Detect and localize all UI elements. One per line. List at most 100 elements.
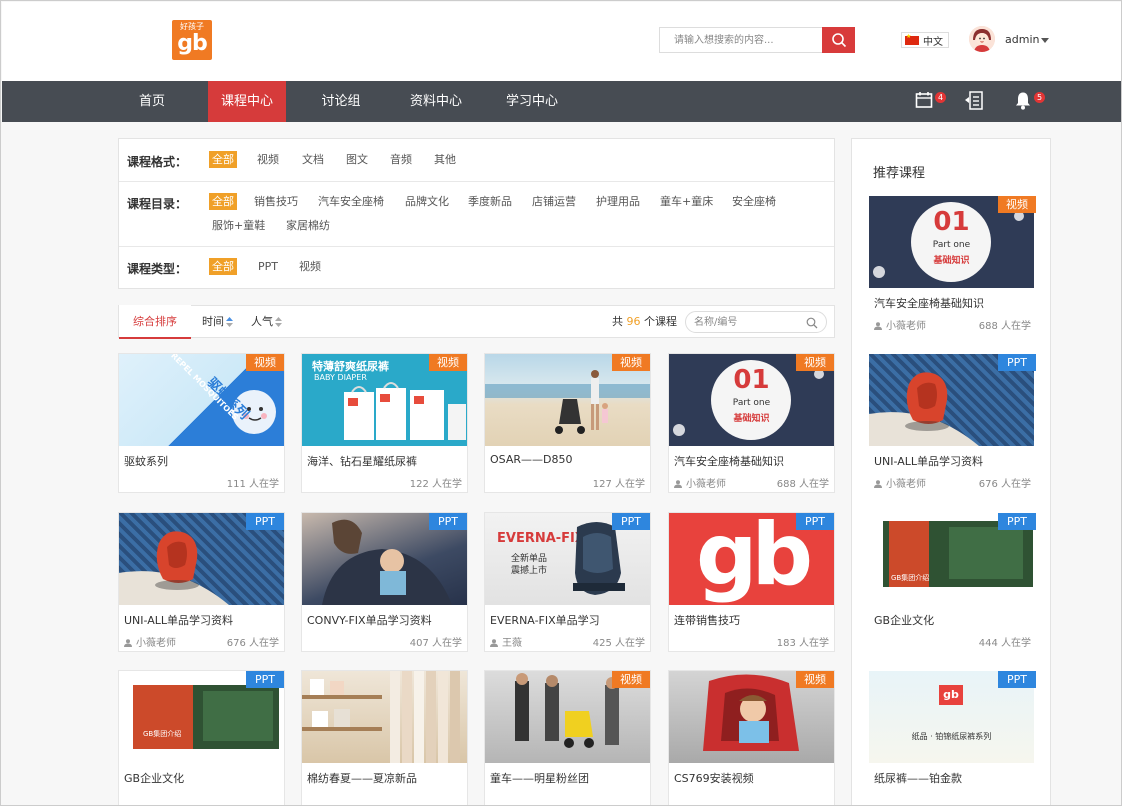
course-type-tag: PPT	[246, 513, 284, 530]
course-card[interactable]: gb PPT 连带销售技巧 183 人在学	[668, 512, 835, 652]
language-switch[interactable]: 中文	[901, 32, 949, 48]
main-nav: 首页 课程中心 讨论组 资料中心 学习中心 4 5	[2, 81, 1121, 122]
author-name: 小薇老师	[136, 638, 176, 649]
filter-option[interactable]: 视频	[296, 258, 324, 275]
filter-option[interactable]: 家居棉纺	[283, 217, 333, 234]
nav-item-learning[interactable]: 学习中心	[496, 81, 568, 122]
filter-option[interactable]: 品牌文化	[402, 193, 452, 210]
user-icon	[874, 322, 882, 330]
count-number: 96	[626, 315, 641, 328]
course-card[interactable]: GB集团介绍 PPT GB企业文化	[118, 670, 285, 805]
calendar-button[interactable]	[915, 91, 933, 112]
course-card[interactable]: 棉纺春夏——夏凉新品	[301, 670, 468, 805]
user-icon	[874, 480, 882, 488]
search-icon	[831, 33, 846, 48]
course-type-tag: 视频	[612, 354, 650, 371]
calendar-badge: 4	[935, 92, 946, 103]
filter-option[interactable]: PPT	[255, 258, 281, 275]
course-title: 驱蚊系列	[124, 455, 168, 468]
notes-button[interactable]	[964, 91, 984, 113]
course-title: CS769安装视频	[674, 772, 754, 785]
textile-shelf-art	[302, 671, 460, 763]
notification-button[interactable]	[1014, 91, 1032, 113]
recommended-card[interactable]: 01 Part one 基础知识 视频 汽车安全座椅基础知识 小薇老师 688 …	[869, 196, 1036, 336]
nav-item-courses[interactable]: 课程中心	[208, 81, 286, 122]
course-card[interactable]: EVERNA-FIX 全新单品 震撼上市 PPT EVERNA-FIX单品学习 …	[484, 512, 651, 652]
course-card[interactable]: PPT CONVY-FIX单品学习资料 407 人在学	[301, 512, 468, 652]
course-card[interactable]: 视频 童车——明星粉丝团	[484, 670, 651, 805]
filter-option[interactable]: 护理用品	[593, 193, 643, 210]
course-title: 汽车安全座椅基础知识	[674, 455, 784, 468]
nav-item-resources[interactable]: 资料中心	[401, 81, 471, 122]
bell-icon	[1016, 92, 1030, 110]
filter-label: 课程目录：	[127, 197, 188, 211]
sort-bar: 综合排序 时间 人气 共 96 个课程	[118, 305, 835, 339]
sort-default-tab[interactable]: 综合排序	[119, 305, 191, 339]
sort-time-button[interactable]: 时间	[202, 306, 233, 338]
global-search-input[interactable]	[660, 28, 823, 52]
user-icon	[124, 639, 132, 647]
filter-option[interactable]: 视频	[254, 151, 282, 168]
thumb-text: 基础知识	[733, 414, 770, 424]
search-button[interactable]	[822, 27, 855, 53]
course-title: UNI-ALL单品学习资料	[124, 614, 234, 627]
author-name: 小薇老师	[886, 479, 926, 490]
thumb-text: Part one	[932, 240, 971, 250]
learner-count: 444 人在学	[978, 638, 1031, 649]
avatar[interactable]	[969, 26, 995, 52]
recommended-card[interactable]: PPT UNI-ALL单品学习资料 小薇老师 676 人在学	[869, 354, 1036, 494]
thumb-text: GB集团介绍	[891, 574, 930, 582]
filter-label: 课程类型：	[127, 262, 188, 276]
course-card[interactable]: REPEL MOSQUITOES 驱蚊系列 视频 驱蚊系列 111 人在学	[118, 353, 285, 493]
recommended-title: 推荐课程	[873, 166, 926, 181]
course-type-tag: PPT	[429, 513, 467, 530]
course-type-tag: PPT	[998, 354, 1036, 371]
course-card[interactable]: 特薄舒爽纸尿裤 BABY DIAPER 视频 海洋、钻石星耀纸尿裤 122 人在…	[301, 353, 468, 493]
learner-count: 688 人在学	[978, 321, 1031, 332]
username[interactable]: admin	[1005, 33, 1039, 46]
course-search-input[interactable]	[694, 315, 804, 329]
user-icon	[674, 480, 682, 488]
learner-count: 111 人在学	[226, 479, 279, 490]
course-author: 王薇	[490, 634, 522, 649]
filter-option[interactable]: 安全座椅	[729, 193, 779, 210]
filter-row-catalog: 课程目录： 全部 销售技巧 汽车安全座椅 品牌文化 季度新品 店铺运营 护理用品…	[119, 182, 834, 247]
course-type-tag: PPT	[998, 513, 1036, 530]
filter-option[interactable]: 销售技巧	[251, 193, 301, 210]
course-card[interactable]: PPT UNI-ALL单品学习资料 小薇老师 676 人在学	[118, 512, 285, 652]
chevron-down-icon[interactable]	[1041, 38, 1049, 43]
filter-option[interactable]: 季度新品	[465, 193, 515, 210]
course-type-tag: PPT	[612, 513, 650, 530]
course-author: 小薇老师	[124, 634, 176, 649]
course-title: 童车——明星粉丝团	[490, 772, 589, 785]
filter-option[interactable]: 全部	[209, 258, 237, 275]
course-type-tag: PPT	[246, 671, 284, 688]
course-card[interactable]: 视频 CS769安装视频	[668, 670, 835, 805]
logo-big-text: gb	[177, 31, 208, 56]
filter-option[interactable]: 图文	[343, 151, 371, 168]
filter-option[interactable]: 店铺运营	[529, 193, 579, 210]
sort-popularity-button[interactable]: 人气	[251, 306, 282, 338]
filter-option[interactable]: 汽车安全座椅	[315, 193, 387, 210]
course-title: EVERNA-FIX单品学习	[490, 614, 600, 627]
filter-option[interactable]: 文档	[299, 151, 327, 168]
nav-item-discussion[interactable]: 讨论组	[307, 81, 375, 122]
filter-option[interactable]: 服饰+童鞋	[209, 217, 268, 234]
search-icon[interactable]	[806, 317, 818, 329]
filter-option[interactable]: 全部	[209, 151, 237, 168]
filter-option[interactable]: 其他	[431, 151, 459, 168]
course-title: OSAR——D850	[490, 453, 573, 466]
filter-option[interactable]: 童车+童床	[657, 193, 716, 210]
course-card[interactable]: 01 Part one 基础知识 视频 汽车安全座椅基础知识 小薇老师 688 …	[668, 353, 835, 493]
avatar-icon	[969, 26, 995, 52]
course-title: 纸尿裤——铂金款	[874, 772, 962, 785]
course-card[interactable]: 视频 OSAR——D850 127 人在学	[484, 353, 651, 493]
brand-logo[interactable]: 好孩子 gb	[172, 20, 212, 60]
recommended-card[interactable]: GB集团介绍 PPT GB企业文化 444 人在学	[869, 513, 1036, 653]
course-type-tag: 视频	[998, 196, 1036, 213]
filter-option[interactable]: 全部	[209, 193, 237, 210]
filter-option[interactable]: 音频	[387, 151, 415, 168]
author-name: 小薇老师	[886, 321, 926, 332]
nav-item-home[interactable]: 首页	[118, 81, 186, 122]
recommended-card[interactable]: gb 纸品 · 铂锦纸尿裤系列 PPT 纸尿裤——铂金款	[869, 671, 1036, 805]
